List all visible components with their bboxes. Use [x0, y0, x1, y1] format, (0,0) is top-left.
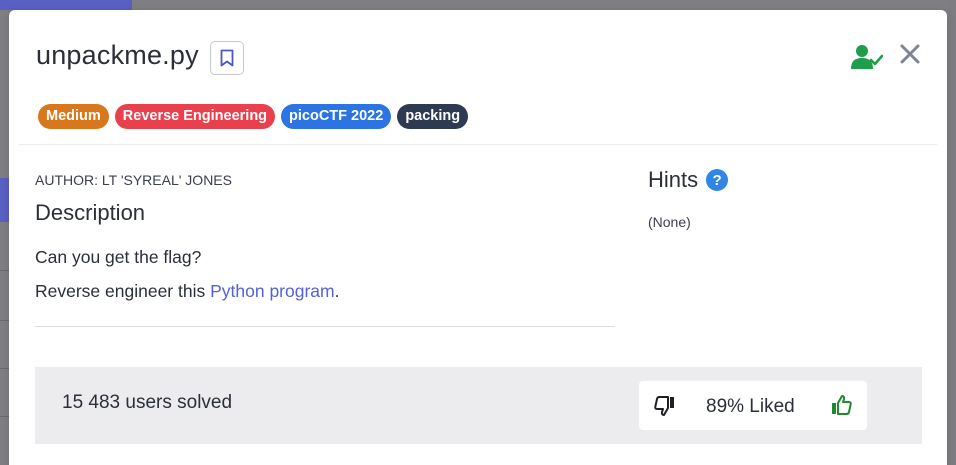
description-heading: Description	[35, 200, 146, 225]
challenge-title: unpackme.py	[36, 40, 199, 70]
liked-percentage: 89% Liked	[706, 396, 795, 417]
hints-heading-row: Hints ?	[648, 167, 729, 193]
tag-list: Medium Reverse Engineering picoCTF 2022 …	[38, 104, 469, 129]
background-list-edge	[948, 0, 956, 465]
description-text: Can you get the flag?	[35, 247, 202, 267]
rating-box: 89% Liked	[639, 381, 867, 430]
close-icon[interactable]	[899, 43, 921, 65]
background-nav-strip	[0, 0, 132, 10]
description-prefix: Reverse engineer this	[35, 281, 211, 301]
description-suffix: .	[334, 281, 340, 301]
stats-bar: 15 483 users solved 89% Liked	[35, 367, 922, 444]
solved-count: 15 483 users solved	[62, 392, 233, 413]
tag-topic[interactable]: packing	[397, 104, 469, 129]
python-program-link[interactable]: Python program	[210, 281, 335, 301]
description-divider	[35, 326, 615, 327]
user-check-icon	[851, 45, 883, 69]
help-icon[interactable]: ?	[706, 169, 729, 191]
author-label: AUTHOR: LT 'SYREAL' JONES	[35, 172, 232, 188]
tag-category[interactable]: Reverse Engineering	[114, 104, 276, 129]
hints-value: (None)	[648, 214, 691, 230]
tag-event[interactable]: picoCTF 2022	[281, 104, 392, 129]
header-divider	[19, 144, 937, 145]
tag-difficulty[interactable]: Medium	[38, 104, 109, 129]
thumbs-down-icon[interactable]	[653, 394, 677, 418]
hints-heading: Hints	[648, 167, 699, 192]
bookmark-icon	[220, 49, 234, 67]
bookmark-button[interactable]	[210, 41, 244, 75]
thumbs-up-icon[interactable]	[829, 393, 853, 417]
description-text-link-line: Reverse engineer this Python program.	[35, 281, 340, 302]
challenge-modal: unpackme.py Medium Reverse Engineering p…	[9, 10, 947, 465]
